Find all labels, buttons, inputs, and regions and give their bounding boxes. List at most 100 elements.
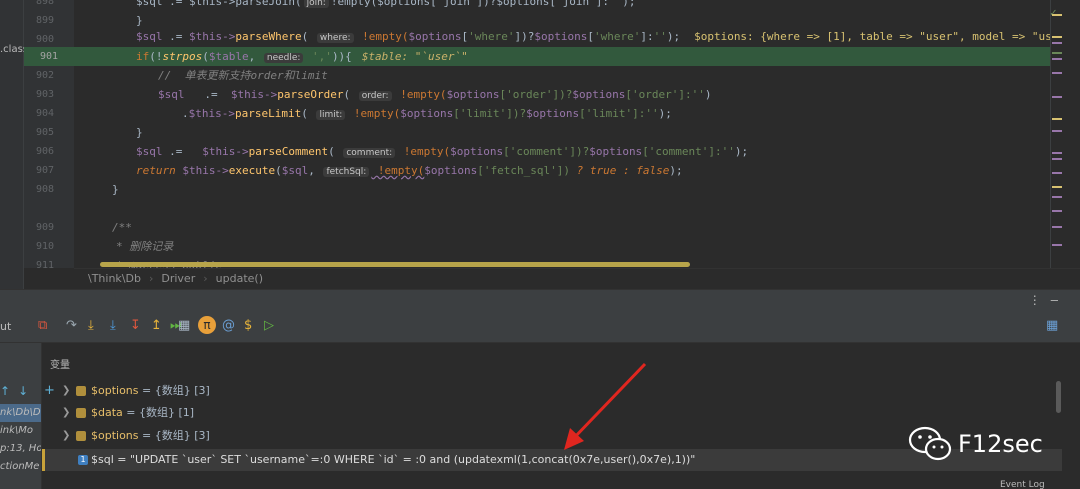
up-arrow-icon[interactable]: ↑ — [0, 384, 18, 398]
evaluate-expression-icon[interactable]: ▦ — [178, 318, 190, 334]
code-text: ['comment'])? — [503, 145, 590, 158]
stripe-mark[interactable] — [1052, 14, 1062, 16]
expand-chevron-icon[interactable]: ❯ — [62, 402, 70, 424]
watch-icon[interactable]: @ — [222, 318, 235, 334]
stripe-mark[interactable] — [1052, 96, 1062, 98]
param-hint: limit: — [316, 110, 346, 120]
line-number: 911 — [35, 260, 54, 271]
variable-row[interactable]: ❯ $options = {数组} [3] — [42, 380, 1062, 402]
variable-row[interactable]: ❯ $data = {数组} [1] — [42, 402, 1062, 424]
breakpoints-icon[interactable]: π — [198, 316, 216, 334]
code-text: 'where' — [468, 30, 515, 43]
code-line: /** — [74, 218, 1050, 237]
array-icon — [76, 431, 86, 441]
more-options-icon[interactable]: ⋮ — [1029, 293, 1051, 307]
step-into-icon[interactable]: ⤓ — [110, 318, 116, 334]
layout-settings-icon[interactable]: ▦ — [1046, 318, 1058, 334]
code-text: !empty($options['join'])?$options['join'… — [330, 0, 636, 8]
step-out-icon[interactable]: ↥ — [151, 318, 162, 334]
debug-toolbar: ut ⧉ ↷ ⤓ ⤓ ↧ ↥ ⏭ ▦ π @ $ ▷ ▦ — [0, 311, 1080, 343]
line-number: 909 — [35, 222, 54, 233]
code-text: '' — [653, 30, 667, 43]
code-text: $this-> — [230, 88, 278, 101]
stripe-mark[interactable] — [1052, 52, 1062, 54]
stripe-mark[interactable] — [1052, 58, 1062, 60]
stripe-mark[interactable] — [1052, 130, 1062, 132]
code-text: ['order'])? — [499, 88, 573, 101]
force-step-into-icon[interactable]: ↧ — [130, 318, 141, 334]
code-editor[interactable]: $sql .= $this->parseJoin(join: !empty($op… — [74, 0, 1050, 268]
stripe-mark[interactable] — [1052, 152, 1062, 154]
watermark-text: F12sec — [958, 430, 1043, 458]
stripe-mark[interactable] — [1052, 158, 1062, 160]
code-comment: * 删除记录 — [116, 240, 174, 253]
stripe-mark[interactable] — [1052, 244, 1062, 246]
code-text: ( — [202, 50, 209, 63]
resume-icon[interactable]: ▷ — [264, 318, 274, 334]
frame-item-selected[interactable]: nk\Db\D — [0, 404, 41, 422]
variable-name: $options — [91, 384, 139, 397]
code-text: return — [136, 164, 183, 177]
code-text: , — [248, 50, 262, 63]
panel-options-icons[interactable]: ⋮— — [1029, 293, 1068, 307]
code-line: .$this->parseLimit( limit: !empty($optio… — [74, 104, 1050, 123]
code-line: $sql .= $this->parseJoin(join: !empty($op… — [74, 0, 1050, 11]
code-line: * 删除记录 — [74, 237, 1050, 256]
stop-frames-icon[interactable]: ⧉ — [38, 318, 47, 334]
variables-icon[interactable]: $ — [244, 318, 252, 334]
expand-chevron-icon[interactable]: ❯ — [62, 425, 70, 447]
code-text: $options — [534, 30, 588, 43]
horizontal-scrollbar[interactable] — [100, 262, 690, 267]
step-over-icon[interactable]: ⤓ — [88, 318, 94, 334]
sql-variable-value: $sql = "UPDATE `user` SET `username`=:0 … — [91, 453, 696, 466]
frame-navigation-arrows[interactable]: ↑↓ — [0, 384, 36, 398]
breadcrumb-item[interactable]: Driver — [161, 272, 195, 285]
toolbar-tab-label[interactable]: ut — [0, 320, 11, 333]
variable-name: $options — [91, 429, 139, 442]
stripe-mark[interactable] — [1052, 226, 1062, 228]
variable-type: = {数组} — [138, 429, 195, 442]
param-hint: order: — [358, 91, 392, 101]
breadcrumb-item[interactable]: \Think\Db — [88, 272, 141, 285]
code-text: } — [136, 14, 143, 27]
stripe-mark[interactable] — [1052, 210, 1062, 212]
stripe-mark[interactable] — [1052, 172, 1062, 174]
code-text: $this-> — [189, 30, 236, 43]
param-hint: join: — [303, 0, 329, 8]
stripe-mark[interactable] — [1052, 36, 1062, 38]
minimize-icon[interactable]: — — [1051, 293, 1068, 307]
inspection-ok-icon[interactable]: ✓ — [1050, 6, 1066, 19]
stripe-mark[interactable] — [1052, 118, 1062, 120]
code-text: $table — [208, 50, 249, 63]
frame-item[interactable]: ink\Mo — [0, 422, 41, 440]
code-comment: /** — [112, 221, 132, 234]
variable-entry: $options = {数组} [3] — [91, 380, 210, 402]
code-text: )){ — [331, 50, 352, 63]
stripe-mark[interactable] — [1052, 196, 1062, 198]
breadcrumb-separator: › — [148, 272, 154, 285]
code-text: ]: — [640, 30, 654, 43]
stripe-mark[interactable] — [1052, 72, 1062, 74]
show-execution-point-icon[interactable]: ↷ — [66, 318, 77, 334]
event-log-button[interactable]: Event Log — [1000, 480, 1045, 489]
down-arrow-icon[interactable]: ↓ — [18, 384, 36, 398]
code-text: !empty( — [347, 107, 401, 120]
stripe-mark[interactable] — [1052, 186, 1062, 188]
code-line: $sql .= $this->parseOrder( order: !empty… — [74, 85, 1050, 104]
stripe-mark[interactable] — [1052, 42, 1062, 44]
breadcrumb-item[interactable]: update() — [216, 272, 263, 285]
code-text: $this-> — [182, 164, 229, 177]
code-text: $this-> — [188, 107, 235, 120]
code-text: ['limit'])? — [453, 107, 527, 120]
code-line: $sql .= $this->parseComment( comment: !e… — [74, 142, 1050, 161]
variable-entry: $options = {数组} [3] — [91, 425, 210, 447]
expand-chevron-icon[interactable]: ❯ — [62, 380, 70, 402]
code-text: !empty( — [397, 145, 451, 158]
variables-scrollbar[interactable] — [1056, 381, 1061, 413]
frame-item[interactable]: p:13, Ho — [0, 440, 41, 458]
code-text: if — [136, 50, 150, 63]
frame-item[interactable]: ctionMe — [0, 458, 41, 476]
execution-line: if(!strpos($table, needle: ',')){$table:… — [74, 47, 1050, 66]
code-text: $sql — [136, 145, 163, 158]
code-line: } — [74, 123, 1050, 142]
